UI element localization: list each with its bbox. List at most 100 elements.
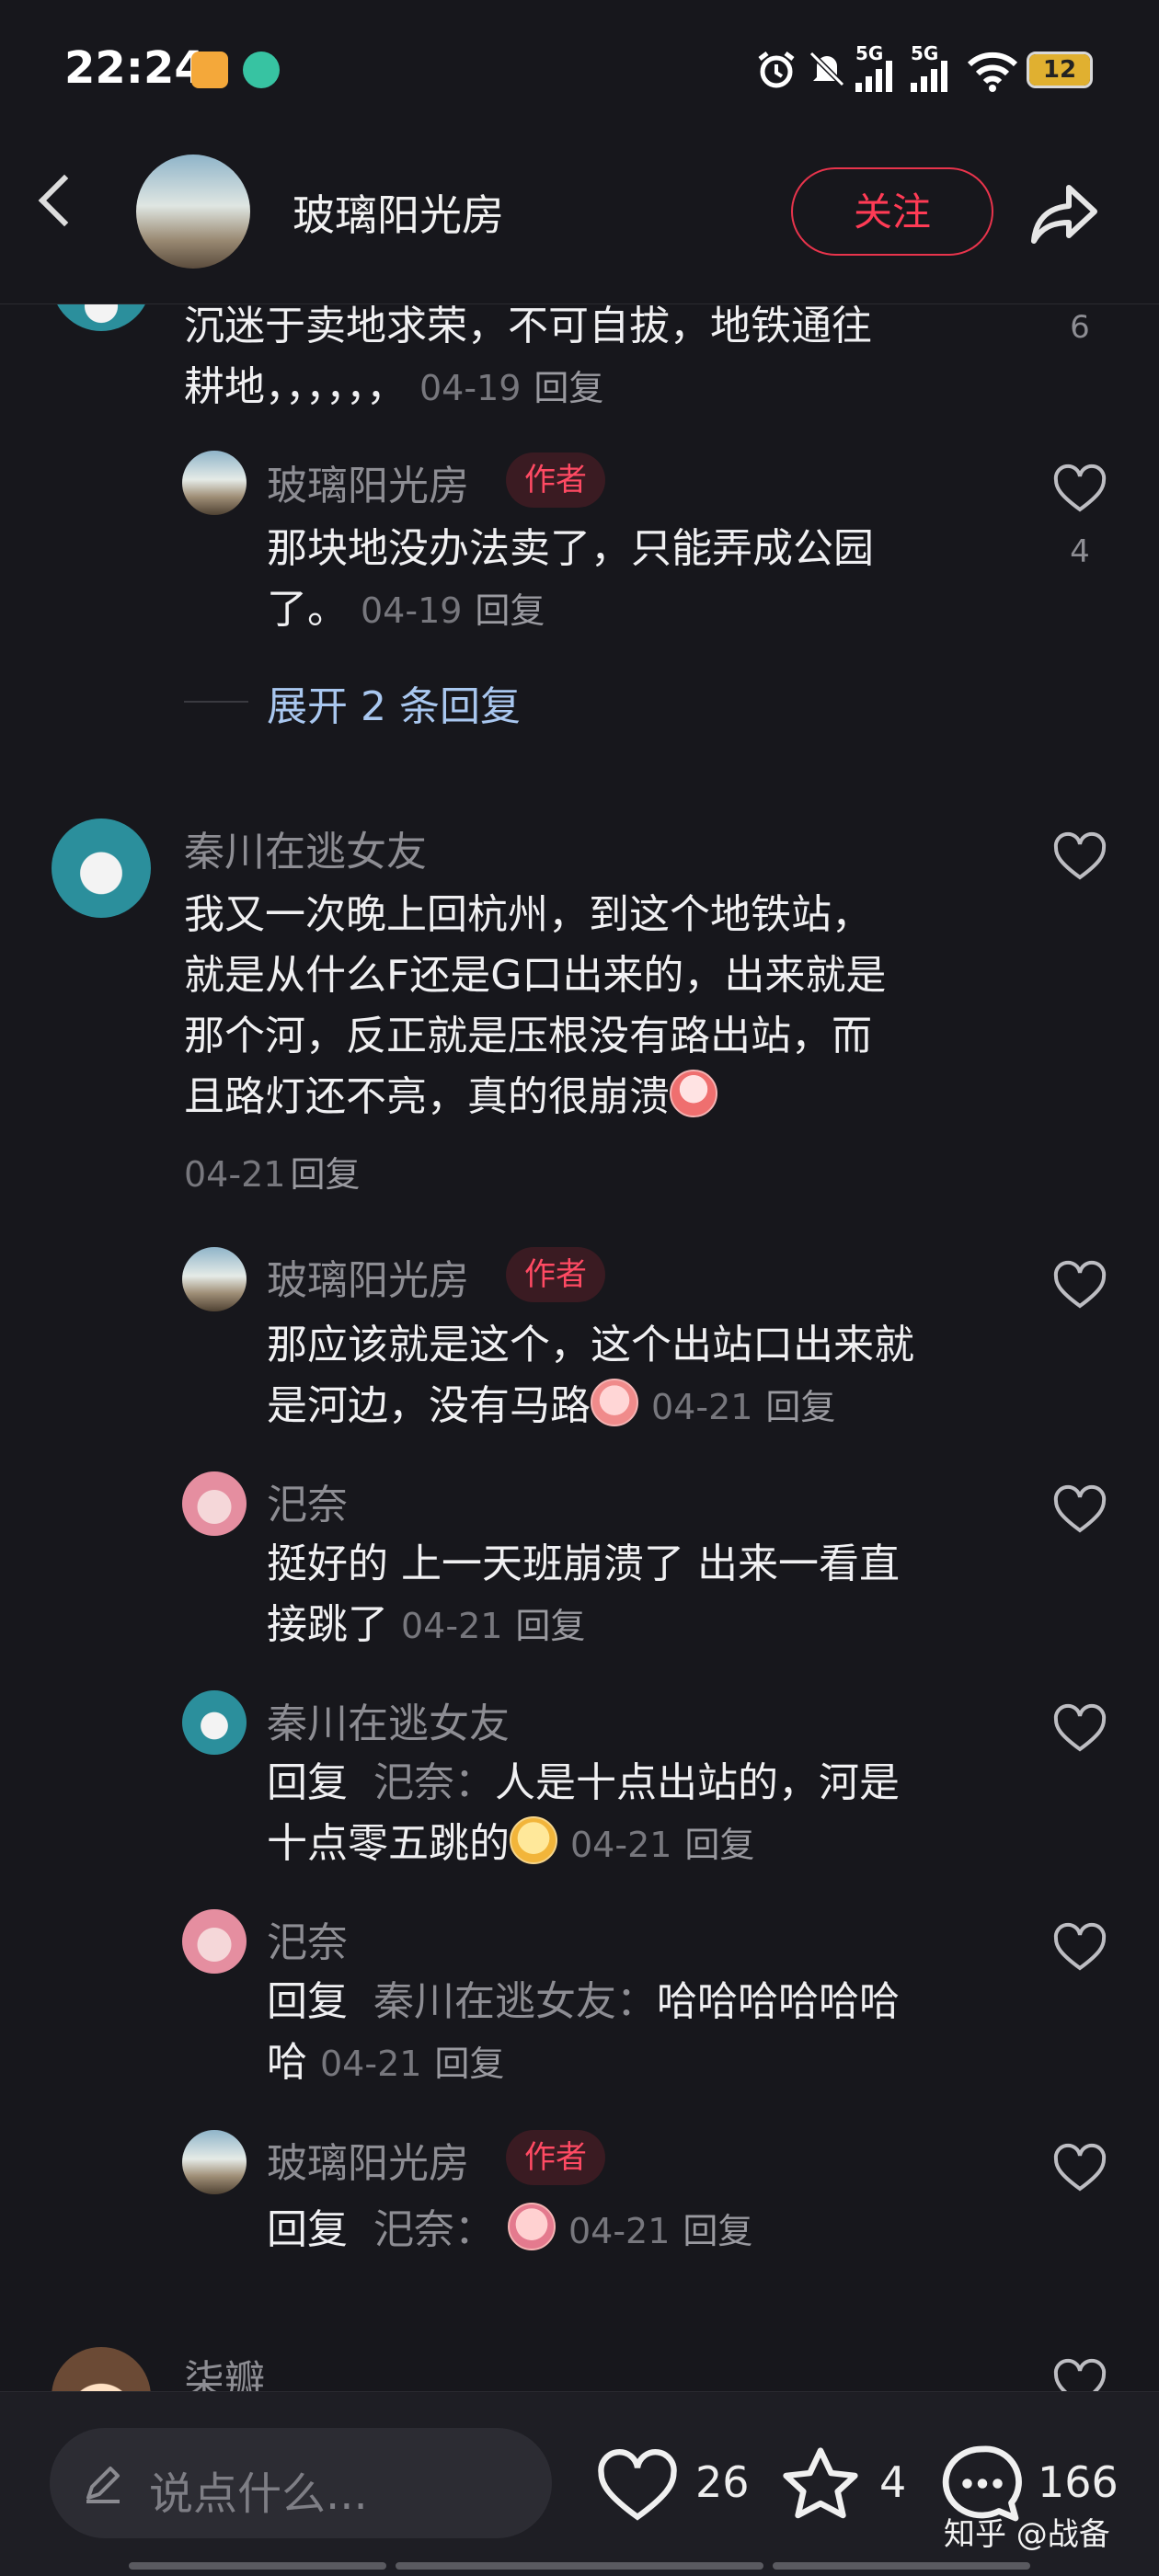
reply-text: 挺好的 上一天班崩溃了 出来一看直 接跳了 04-21 回复: [267, 1534, 1021, 1656]
comment-text: 我又一次晚上回杭州，到这个地铁站， 就是从什么F还是G口出来的，出来就是 那个河…: [184, 885, 1012, 1128]
mention-colon: ：: [615, 1978, 657, 2025]
reply-username[interactable]: 玻璃阳光房: [267, 452, 469, 511]
chick-emoji-icon: [510, 1816, 557, 1864]
reply-text-line: 接跳了: [267, 1601, 388, 1648]
sad-emoji-icon: [591, 1379, 638, 1426]
reply-username[interactable]: 秦川在逃女友: [267, 1690, 510, 1749]
heart-icon[interactable]: [1050, 1481, 1109, 1540]
comment-text-line: 沉迷于卖地求荣，不可自拔，地铁通往: [184, 303, 872, 349]
replier-avatar[interactable]: [182, 2130, 247, 2194]
follow-button[interactable]: 关注: [791, 167, 993, 256]
reply-username[interactable]: 玻璃阳光房: [267, 2130, 469, 2189]
sweat-emoji-icon: [507, 2203, 556, 2250]
reply-button[interactable]: 回复: [291, 1154, 361, 1195]
author-avatar[interactable]: [136, 155, 250, 269]
comment-input-placeholder[interactable]: 说点什么...: [149, 2457, 368, 2522]
expand-replies-button[interactable]: 展开 2 条回复: [267, 673, 521, 732]
mention-link[interactable]: 秦川在逃女友: [373, 1978, 616, 2025]
comment-username[interactable]: 秦川在逃女友: [184, 819, 427, 877]
nav-handle-center[interactable]: [396, 2562, 763, 2570]
reply-text-line: 十点零五跳的: [267, 1820, 510, 1867]
heart-icon[interactable]: [1050, 1918, 1109, 1977]
comment-meta: 04-21 回复: [184, 1146, 361, 1196]
heart-icon[interactable]: [1050, 460, 1109, 519]
reply-text: 回复 秦川在逃女友：哈哈哈哈哈哈 哈 04-21 回复: [267, 1972, 1021, 2094]
share-icon[interactable]: [1028, 177, 1102, 250]
crying-emoji-icon: [670, 1070, 717, 1117]
reply-prefix: 回复: [267, 2206, 348, 2253]
reply-text: 那应该就是这个，这个出站口出来就 是河边，没有马路 04-21 回复: [267, 1315, 1021, 1437]
comment-text-line: 耕地，，，，，，: [184, 363, 407, 410]
status-bar: 22:24 5G 5G 12: [0, 0, 1159, 138]
reply-username[interactable]: 汜奈: [267, 1471, 348, 1530]
replier-avatar[interactable]: [182, 1247, 247, 1311]
reply-date: 04-21: [651, 1387, 753, 1427]
reply-prefix: 回复: [267, 1759, 348, 1806]
heart-icon[interactable]: [1050, 1256, 1109, 1315]
star-icon[interactable]: [778, 2443, 863, 2527]
divider: [184, 701, 248, 703]
reply-text-line: 了。: [267, 586, 348, 633]
heart-icon[interactable]: [1050, 1700, 1109, 1758]
reply-date: 04-21: [320, 2044, 422, 2084]
reply-text: 回复 汜奈：人是十点出站的，河是 十点零五跳的 04-21 回复: [267, 1753, 1021, 1875]
nav-handle-left: [129, 2562, 386, 2570]
reply-text: 那块地没办法卖了，只能弄成公园 了。 04-19 回复: [267, 519, 1021, 641]
reply-date: 04-21: [401, 1606, 503, 1646]
comment-text-line: 那个河，反正就是压根没有路出站，而: [184, 1013, 872, 1059]
like-count: 6: [1070, 309, 1090, 346]
reply-button[interactable]: 回复: [683, 2211, 752, 2251]
author-badge: 作者: [506, 2130, 605, 2185]
comment-date: 04-21: [184, 1154, 286, 1195]
mute-icon: [809, 51, 845, 87]
author-badge: 作者: [506, 452, 605, 508]
reply-button[interactable]: 回复: [475, 590, 545, 631]
refresh-icon: [243, 52, 280, 88]
comment-text-line: 就是从什么F还是G口出来的，出来就是: [184, 952, 887, 999]
like-icon[interactable]: [596, 2444, 679, 2527]
mention-link[interactable]: 汜奈: [373, 2206, 454, 2253]
reply-username[interactable]: 玻璃阳光房: [267, 1247, 469, 1306]
reply-text: 回复 汜奈： 04-21 回复: [267, 2200, 1021, 2261]
comment-text-line: 且路灯还不亮，真的很崩溃: [184, 1073, 670, 1120]
reply-text-line: 那块地没办法卖了，只能弄成公园: [267, 525, 874, 572]
watermark: 知乎 @战备: [944, 2516, 1110, 2553]
author-badge: 作者: [506, 1247, 605, 1302]
mention-colon: ：: [453, 1759, 495, 1806]
like-count: 26: [695, 2457, 750, 2507]
replier-avatar[interactable]: [182, 1471, 247, 1536]
battery-icon: 12: [1027, 52, 1093, 88]
replier-avatar[interactable]: [182, 1690, 247, 1755]
heart-icon[interactable]: [1050, 2139, 1109, 2198]
battery-level: 12: [1042, 56, 1077, 84]
replier-avatar[interactable]: [182, 1909, 247, 1974]
reply-text-line: 哈: [267, 2039, 307, 2086]
alarm-icon: [758, 52, 795, 88]
author-name[interactable]: 玻璃阳光房: [293, 182, 504, 243]
reply-text-line: 哈哈哈哈哈哈: [656, 1978, 900, 2025]
reply-button[interactable]: 回复: [534, 368, 603, 408]
mention-link[interactable]: 汜奈: [373, 1759, 454, 1806]
reply-username[interactable]: 汜奈: [267, 1909, 348, 1968]
reply-text-line: 挺好的 上一天班崩溃了 出来一看直: [267, 1540, 900, 1587]
reply-text-line: 人是十点出站的，河是: [494, 1759, 900, 1806]
reply-button[interactable]: 回复: [434, 2044, 504, 2084]
mention-colon: ：: [453, 2206, 495, 2253]
comment-count: 166: [1038, 2457, 1119, 2507]
heart-icon[interactable]: [1050, 828, 1109, 887]
comment-text: 沉迷于卖地求荣，不可自拔，地铁通往 耕地，，，，，， 04-19 回复: [184, 296, 1012, 418]
wifi-icon: [968, 52, 1017, 92]
commenter-avatar[interactable]: [52, 819, 151, 918]
reply-prefix: 回复: [267, 1978, 348, 2025]
reply-date: 04-21: [570, 1825, 672, 1865]
replier-avatar[interactable]: [182, 451, 247, 515]
signal-icon: [911, 61, 947, 92]
reply-text-line: 是河边，没有马路: [267, 1382, 591, 1429]
reply-button[interactable]: 回复: [515, 1606, 585, 1646]
reply-date: 04-19: [361, 590, 463, 631]
favorite-count: 4: [879, 2457, 907, 2507]
comment-text-line: 我又一次晚上回杭州，到这个地铁站，: [184, 891, 872, 938]
reply-button[interactable]: 回复: [684, 1825, 754, 1865]
reply-button[interactable]: 回复: [765, 1387, 835, 1427]
app-notification-icon: [191, 52, 228, 88]
